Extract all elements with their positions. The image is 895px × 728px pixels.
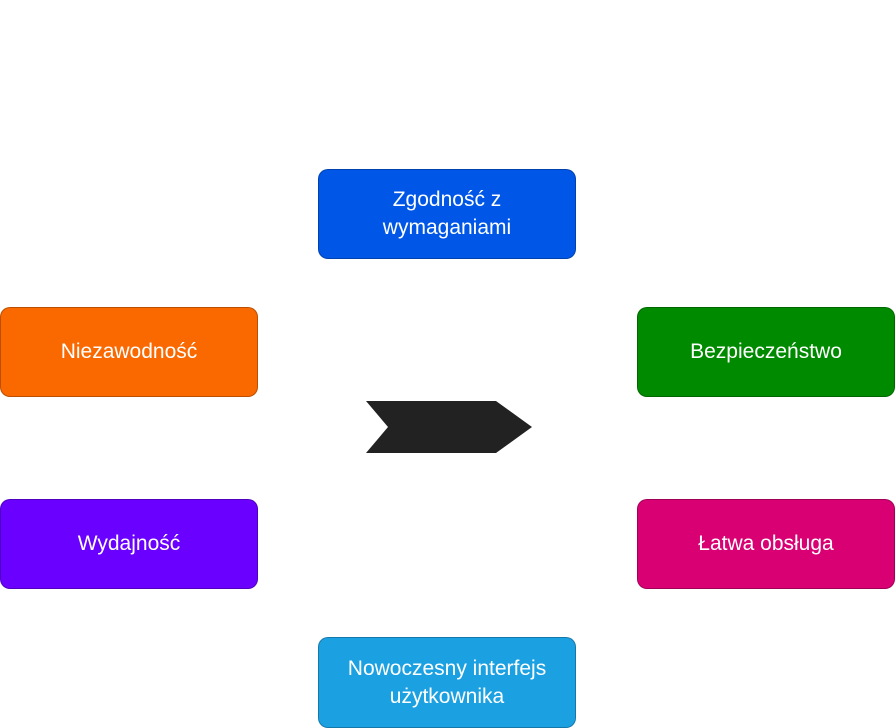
chevron-shape <box>366 401 532 453</box>
node-label: Niezawodność <box>60 340 198 363</box>
node-wydajnosc: Wydajność <box>0 499 258 589</box>
node-label: Zgodność z wymaganiami <box>382 188 512 239</box>
node-label: Nowoczesny interfejs użytkownika <box>347 656 547 708</box>
node-label: Wydajność <box>77 532 181 555</box>
center-chevron-arrow-icon <box>366 401 532 453</box>
node-latwa-obsluga: Łatwa obsługa <box>637 499 895 589</box>
node-label: Bezpieczeństwo <box>690 340 842 363</box>
node-zgodnosc-z-wymaganiami: Zgodność z wymaganiami <box>318 169 576 259</box>
node-label: Łatwa obsługa <box>698 532 834 555</box>
node-bezpieczenstwo: Bezpieczeństwo <box>637 307 895 397</box>
node-nowoczesny-interfejs: Nowoczesny interfejs użytkownika <box>318 637 576 728</box>
node-niezawodnosc: Niezawodność <box>0 307 258 397</box>
